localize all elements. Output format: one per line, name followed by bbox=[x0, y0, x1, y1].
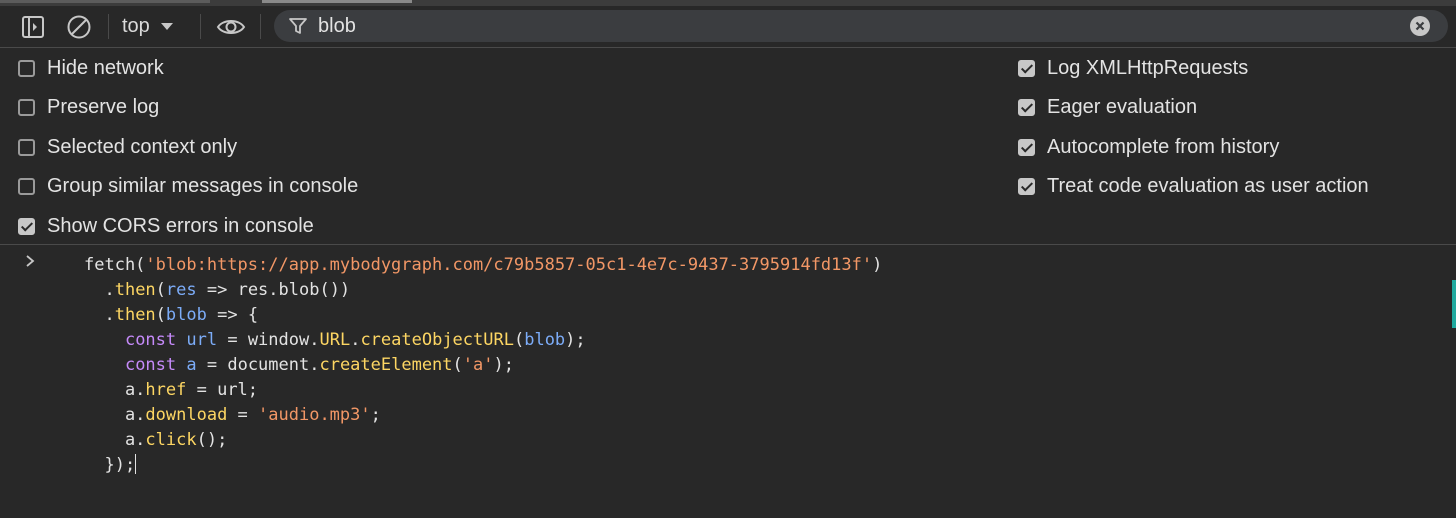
setting-option[interactable]: Selected context only bbox=[18, 135, 237, 159]
setting-label: Group similar messages in console bbox=[47, 175, 359, 197]
filter-input[interactable] bbox=[318, 10, 1378, 42]
clear-console-icon[interactable] bbox=[64, 6, 94, 47]
setting-option[interactable]: Eager evaluation bbox=[1018, 96, 1197, 120]
toolbar-separator bbox=[108, 14, 109, 39]
setting-option[interactable]: Preserve log bbox=[18, 96, 159, 120]
context-selector-label: top bbox=[122, 15, 150, 37]
console-toolbar: top bbox=[0, 6, 1456, 48]
setting-checkbox[interactable] bbox=[18, 138, 35, 156]
filter-icon bbox=[288, 16, 308, 41]
setting-option[interactable]: Treat code evaluation as user action bbox=[1018, 175, 1369, 199]
toolbar-separator bbox=[200, 14, 201, 39]
tab-strip-active-segment bbox=[262, 0, 412, 3]
console-input-area[interactable]: fetch('blob:https://app.mybodygraph.com/… bbox=[0, 245, 1456, 518]
setting-option[interactable]: Log XMLHttpRequests bbox=[1018, 56, 1248, 80]
setting-label: Autocomplete from history bbox=[1047, 135, 1280, 158]
setting-label: Show CORS errors in console bbox=[47, 214, 314, 237]
tab-strip-segment bbox=[0, 0, 210, 3]
setting-option[interactable]: Autocomplete from history bbox=[1018, 135, 1279, 159]
setting-checkbox[interactable] bbox=[18, 59, 35, 77]
setting-checkbox[interactable] bbox=[18, 99, 35, 116]
setting-label: Treat code evaluation as user action bbox=[1047, 175, 1369, 197]
setting-option[interactable]: Group similar messages in console bbox=[18, 175, 358, 199]
setting-checkbox[interactable] bbox=[1018, 138, 1035, 156]
prompt-chevron-icon bbox=[24, 253, 38, 274]
setting-option[interactable]: Show CORS errors in console bbox=[18, 214, 314, 238]
clear-filter-icon[interactable] bbox=[1410, 16, 1430, 41]
setting-checkbox[interactable] bbox=[1018, 59, 1035, 77]
text-caret bbox=[135, 454, 137, 474]
setting-option[interactable]: Hide network bbox=[18, 56, 164, 80]
setting-checkbox[interactable] bbox=[18, 217, 35, 235]
console-settings-pane: Hide network Preserve log Selected context… bbox=[0, 48, 1456, 245]
scroll-marker bbox=[1452, 280, 1456, 328]
console-code[interactable]: fetch('blob:https://app.mybodygraph.com/… bbox=[84, 253, 882, 478]
toolbar-separator bbox=[260, 14, 261, 39]
setting-label: Hide network bbox=[47, 56, 164, 79]
filter-box bbox=[274, 10, 1448, 42]
chevron-down-icon bbox=[160, 15, 174, 38]
setting-label: Eager evaluation bbox=[1047, 96, 1198, 118]
setting-checkbox[interactable] bbox=[1018, 178, 1035, 195]
setting-label: Log XMLHttpRequests bbox=[1047, 56, 1249, 79]
setting-label: Preserve log bbox=[47, 96, 160, 118]
context-selector[interactable]: top bbox=[122, 6, 174, 47]
setting-label: Selected context only bbox=[47, 135, 238, 158]
eye-icon[interactable] bbox=[214, 6, 248, 47]
setting-checkbox[interactable] bbox=[18, 178, 35, 195]
sidebar-toggle-icon[interactable] bbox=[18, 6, 48, 47]
setting-checkbox[interactable] bbox=[1018, 99, 1035, 116]
